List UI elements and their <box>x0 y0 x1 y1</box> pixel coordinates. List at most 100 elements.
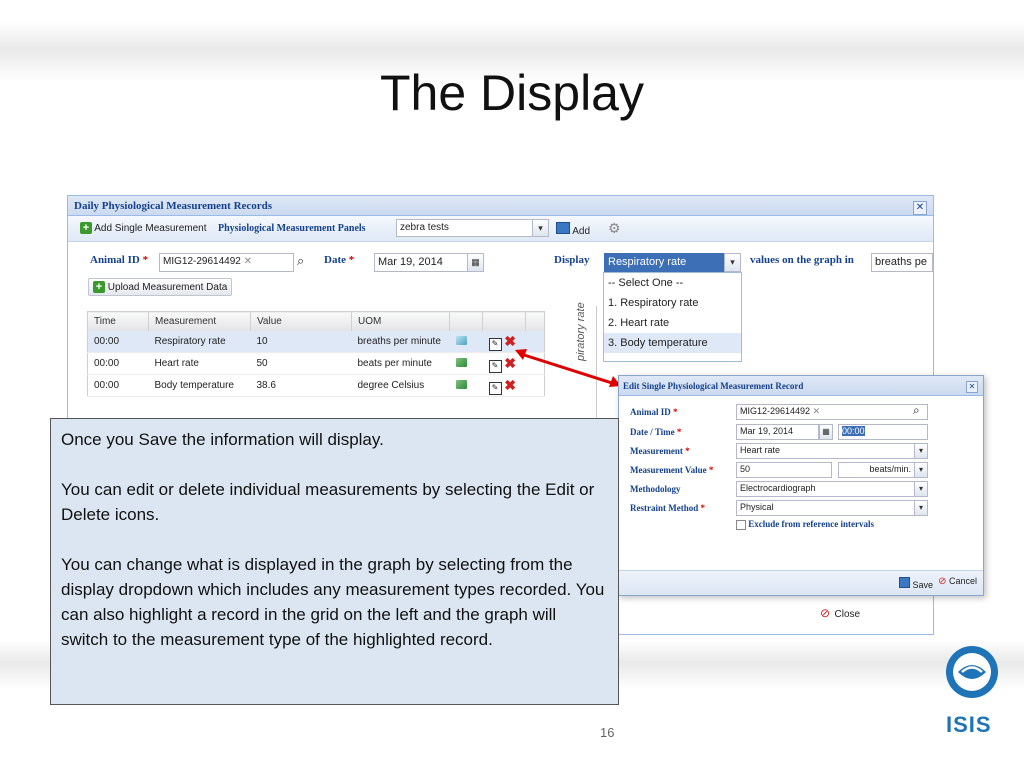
dlg-date-input[interactable]: Mar 19, 2014 <box>736 424 819 440</box>
chevron-down-icon[interactable]: ▾ <box>914 481 928 497</box>
chart-icon[interactable] <box>455 357 467 367</box>
animal-id-input[interactable]: MIG12-29614492 ✕ <box>159 253 294 272</box>
plus-icon: + <box>93 281 105 293</box>
close-label: Close <box>834 609 861 620</box>
table-row[interactable]: 00:00 Heart rate 50 beats per minute ✎ ✖ <box>87 352 545 375</box>
dialog-title: Edit Single Physiological Measurement Re… <box>619 376 983 396</box>
dropdown-option[interactable]: 2. Heart rate <box>604 313 741 333</box>
dlg-methodology-select[interactable]: Electrocardiograph <box>736 481 915 497</box>
window-close-icon[interactable]: ✕ <box>913 201 927 215</box>
exclude-checkbox[interactable] <box>736 519 746 530</box>
window-title: Daily Physiological Measurement Records <box>68 196 933 216</box>
explanation-callout: Once you Save the information will displ… <box>50 418 619 705</box>
edit-icon[interactable]: ✎ <box>488 359 502 373</box>
cancel-button[interactable]: ⊘ Cancel <box>938 576 977 587</box>
panels-select[interactable]: zebra tests <box>396 219 533 237</box>
panels-label: Physiological Measurement Panels <box>218 223 366 234</box>
dlg-animal-id-input[interactable]: MIG12-29614492 ✕ <box>736 404 928 420</box>
cancel-label: Cancel <box>948 576 977 586</box>
dlg-measurement-value-label: Measurement Value * <box>630 465 714 475</box>
dlg-unit-select[interactable]: beats/min. <box>838 462 915 478</box>
dropdown-option[interactable]: -- Select One -- <box>604 273 741 293</box>
save-button[interactable]: Save <box>898 577 933 590</box>
measurements-grid: Time Measurement Value UOM 00:00 Respira… <box>87 311 545 397</box>
col-value[interactable]: Value <box>250 311 352 331</box>
cancel-icon: ⊘ <box>938 576 947 587</box>
dlg-methodology-label: Methodology <box>630 484 681 494</box>
slide-title: The Display <box>380 65 644 121</box>
isis-logo-icon <box>946 646 998 698</box>
col-actions <box>482 311 526 331</box>
add-single-label: Add Single Measurement <box>94 223 207 234</box>
edit-measurement-dialog: Edit Single Physiological Measurement Re… <box>618 375 984 596</box>
edit-icon[interactable]: ✎ <box>488 337 502 351</box>
dlg-restraint-label: Restraint Method * <box>630 503 705 513</box>
graph-unit-select[interactable]: breaths pe <box>871 253 933 272</box>
add-label: Add <box>572 226 591 237</box>
callout-paragraph-3: You can change what is displayed in the … <box>61 555 605 649</box>
add-icon <box>556 222 570 234</box>
dlg-measurement-select[interactable]: Heart rate <box>736 443 915 459</box>
gear-icon[interactable]: ⚙ <box>608 220 621 237</box>
cell-measurement: Respiratory rate <box>148 331 251 353</box>
display-label: Display <box>554 254 590 266</box>
table-row[interactable]: 00:00 Body temperature 38.6 degree Celsi… <box>87 374 545 397</box>
chevron-down-icon[interactable]: ▾ <box>914 462 928 478</box>
exclude-label: Exclude from reference intervals <box>748 519 874 529</box>
upload-label: Upload Measurement Data <box>107 282 228 293</box>
dlg-measurement-label: Measurement * <box>630 446 690 456</box>
values-on-graph-label: values on the graph in <box>750 254 854 266</box>
chart-icon[interactable] <box>455 379 467 389</box>
chart-icon[interactable] <box>455 335 467 345</box>
plus-icon: + <box>80 222 92 234</box>
dlg-time-value: 00:00 <box>842 426 865 436</box>
calendar-icon[interactable]: ▦ <box>819 424 833 440</box>
edit-icon[interactable]: ✎ <box>488 381 502 395</box>
date-input[interactable]: Mar 19, 2014 <box>374 253 468 272</box>
add-button[interactable]: Add <box>556 222 590 237</box>
pointer-arrow <box>515 349 621 387</box>
cell-uom: beats per minute <box>351 352 450 375</box>
dlg-value-input[interactable]: 50 <box>736 462 832 478</box>
panels-dropdown-icon[interactable]: ▾ <box>532 219 549 237</box>
dlg-time-input[interactable]: 00:00 <box>838 424 928 440</box>
slide-number: 16 <box>600 725 615 740</box>
cell-uom: breaths per minute <box>351 331 450 353</box>
save-disk-icon <box>898 577 910 588</box>
chevron-down-icon[interactable]: ▾ <box>914 443 928 459</box>
display-select[interactable]: Respiratory rate <box>604 253 725 272</box>
table-row[interactable]: 00:00 Respiratory rate 10 breaths per mi… <box>87 331 545 353</box>
col-spacer <box>525 311 545 331</box>
search-icon[interactable]: ⌕ <box>913 403 920 418</box>
display-dropdown-icon[interactable]: ▾ <box>724 253 741 272</box>
upload-measurement-button[interactable]: + Upload Measurement Data <box>88 278 233 296</box>
dlg-datetime-label: Date / Time * <box>630 427 682 437</box>
date-label: Date * <box>324 254 355 266</box>
isis-logo-text: ISIS <box>946 712 992 737</box>
callout-paragraph-2: You can edit or delete individual measur… <box>61 480 595 524</box>
chevron-down-icon[interactable]: ▾ <box>914 500 928 516</box>
cell-value: 50 <box>250 352 352 375</box>
dlg-restraint-select[interactable]: Physical <box>736 500 915 516</box>
close-button[interactable]: ⊘ Close <box>820 604 860 622</box>
dlg-animal-id-label: Animal ID * <box>630 407 678 417</box>
dialog-close-icon[interactable]: ✕ <box>966 381 978 393</box>
cell-time: 00:00 <box>87 374 149 397</box>
calendar-icon[interactable]: ▦ <box>467 253 484 272</box>
col-uom[interactable]: UOM <box>351 311 450 331</box>
dropdown-option[interactable]: 1. Respiratory rate <box>604 293 741 313</box>
col-time[interactable]: Time <box>87 311 149 331</box>
col-chart <box>449 311 483 331</box>
search-icon[interactable]: ⌕ <box>297 253 304 269</box>
cell-value: 38.6 <box>250 374 352 397</box>
save-label: Save <box>912 580 933 590</box>
col-measurement[interactable]: Measurement <box>148 311 251 331</box>
animal-id-label: Animal ID * <box>90 254 149 266</box>
cell-value: 10 <box>250 331 352 353</box>
grid-header-row: Time Measurement Value UOM <box>87 311 545 331</box>
exclude-checkbox-row[interactable]: Exclude from reference intervals <box>736 519 874 530</box>
close-circle-icon: ⊘ <box>820 606 831 620</box>
add-single-measurement-button[interactable]: + Add Single Measurement <box>80 222 207 234</box>
callout-paragraph-1: Once you Save the information will displ… <box>61 430 384 449</box>
cell-measurement: Heart rate <box>148 352 251 375</box>
